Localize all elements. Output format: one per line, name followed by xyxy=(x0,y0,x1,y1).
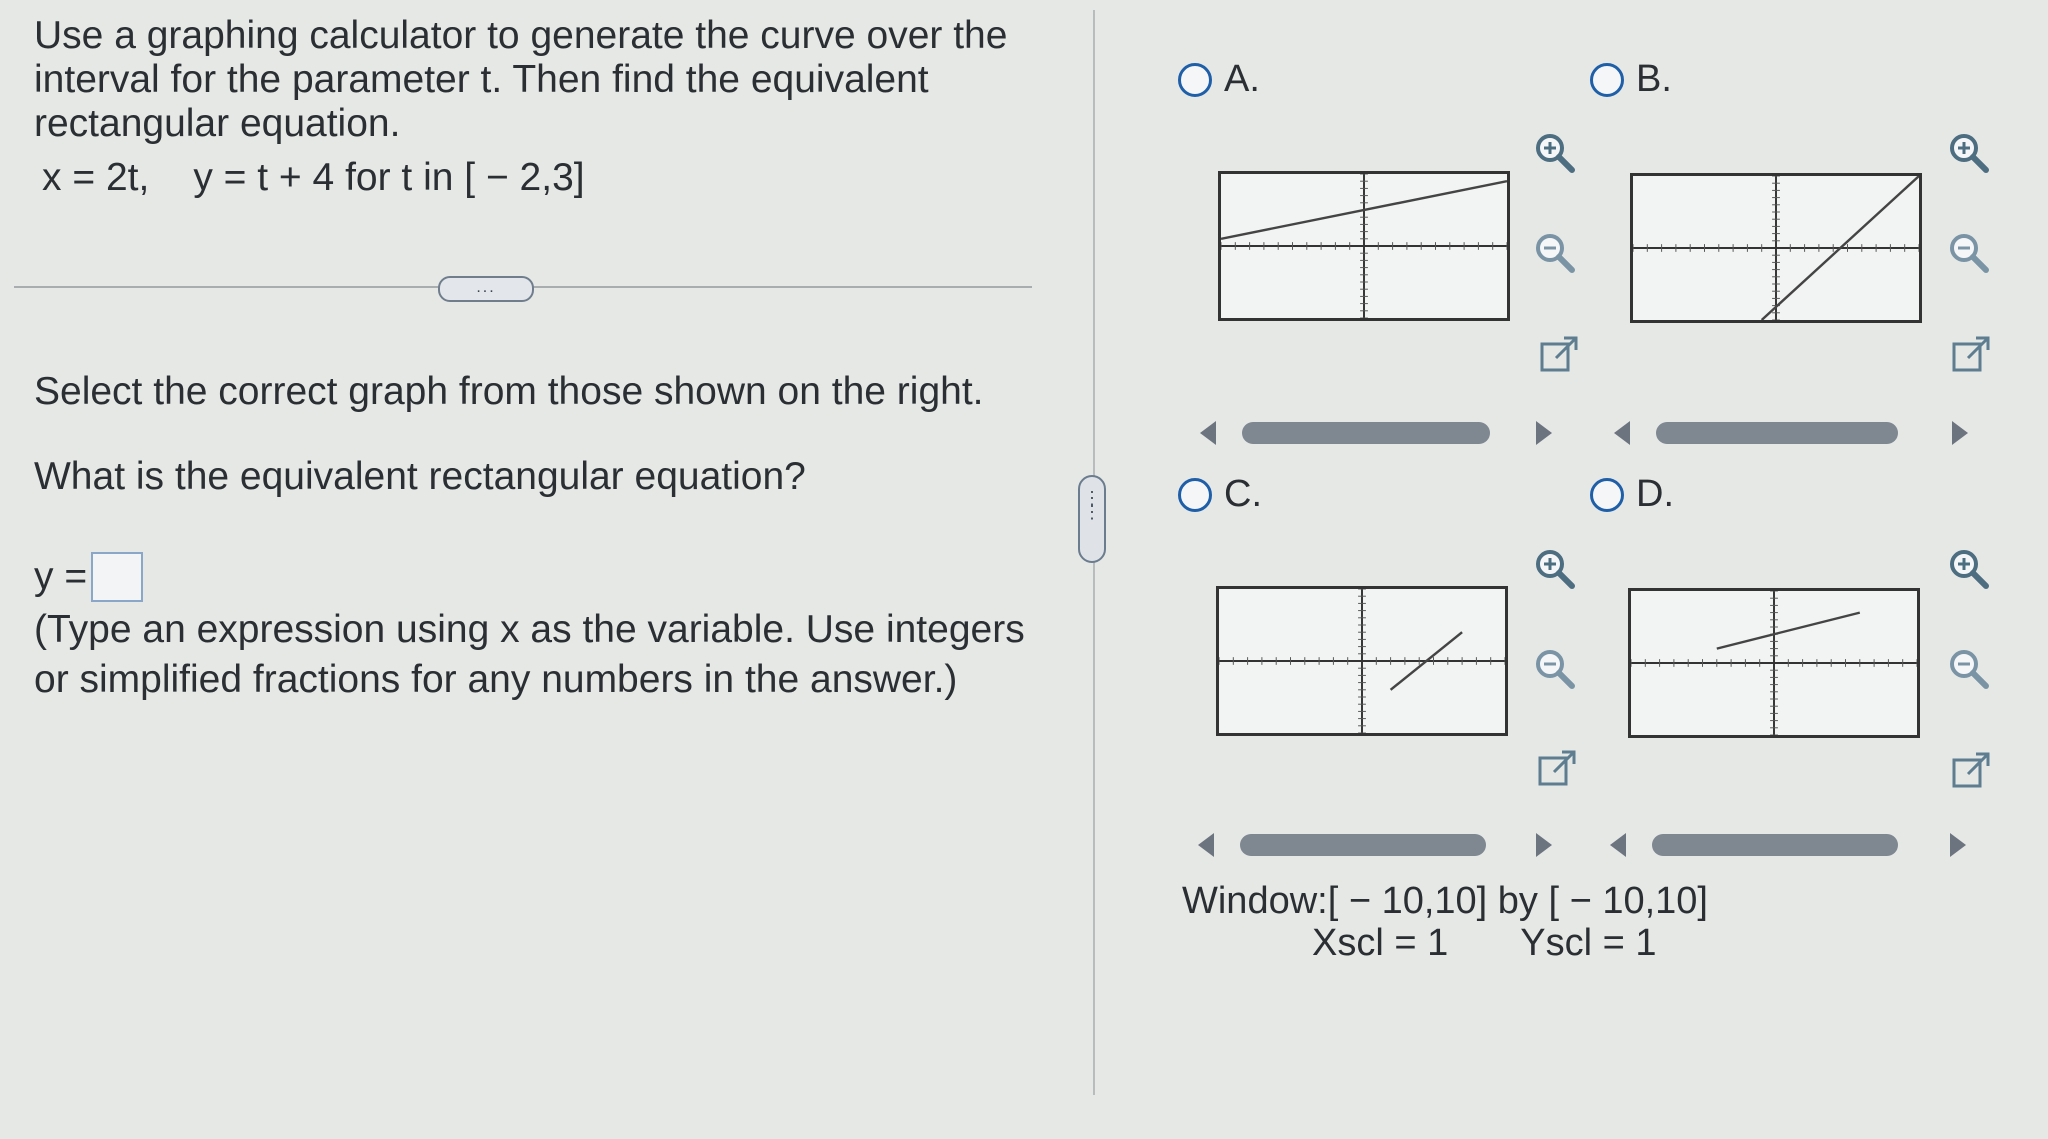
yscl-label: Yscl = 1 xyxy=(1520,922,1657,964)
equation-y: y = t + 4 for t in [ − 2,3] xyxy=(193,156,585,199)
scroll-left-arrow[interactable] xyxy=(1614,421,1630,445)
zoom-in-icon[interactable] xyxy=(1946,130,1990,174)
more-button[interactable]: ... xyxy=(438,276,534,302)
zoom-in-icon[interactable] xyxy=(1532,546,1576,590)
popout-icon[interactable] xyxy=(1536,748,1580,792)
scrollbar-b[interactable] xyxy=(1614,418,1968,448)
option-b-radio[interactable] xyxy=(1590,62,1624,97)
instruction-text: Select the correct graph from those show… xyxy=(34,370,984,413)
graph-a-plot xyxy=(1221,174,1507,318)
graph-a xyxy=(1218,171,1510,321)
hint-line-2: or simplified fractions for any numbers … xyxy=(34,658,958,701)
scroll-thumb[interactable] xyxy=(1652,834,1898,856)
graph-d-plot xyxy=(1631,591,1917,735)
question-line-1: Use a graphing calculator to generate th… xyxy=(34,14,1008,57)
option-a-radio[interactable] xyxy=(1178,62,1212,97)
scroll-right-arrow[interactable] xyxy=(1536,833,1552,857)
graph-c xyxy=(1216,586,1508,736)
zoom-out-icon[interactable] xyxy=(1532,230,1576,274)
scroll-right-arrow[interactable] xyxy=(1536,421,1552,445)
option-d[interactable]: D. xyxy=(1590,473,1674,516)
window-scale: Xscl = 1 Yscl = 1 xyxy=(1312,922,1728,965)
scrollbar-d[interactable] xyxy=(1610,830,1966,860)
zoom-out-icon[interactable] xyxy=(1946,230,1990,274)
option-d-radio[interactable] xyxy=(1590,477,1624,512)
question-line-3: rectangular equation. xyxy=(34,102,401,145)
scroll-right-arrow[interactable] xyxy=(1950,833,1966,857)
zoom-out-icon[interactable] xyxy=(1946,646,1990,690)
answer-label: y = xyxy=(34,555,88,598)
popout-icon[interactable] xyxy=(1950,750,1994,794)
option-c-radio[interactable] xyxy=(1178,477,1212,512)
option-a-label: A. xyxy=(1224,58,1260,100)
option-c-label: C. xyxy=(1224,473,1262,515)
scroll-left-arrow[interactable] xyxy=(1610,833,1626,857)
option-b[interactable]: B. xyxy=(1590,58,1672,101)
question-pane: Use a graphing calculator to generate th… xyxy=(0,0,1090,1139)
window-range: Window:[ − 10,10] by [ − 10,10] xyxy=(1182,880,1708,922)
option-d-label: D. xyxy=(1636,473,1674,515)
scrollbar-c[interactable] xyxy=(1198,830,1552,860)
answer-hint: (Type an expression using x as the varia… xyxy=(34,605,1044,705)
zoom-in-icon[interactable] xyxy=(1532,130,1576,174)
prompt-text: What is the equivalent rectangular equat… xyxy=(34,455,806,498)
graph-b xyxy=(1630,173,1922,323)
option-a[interactable]: A. xyxy=(1178,58,1260,101)
parametric-equations: x = 2t, y = t + 4 for t in [ − 2,3] xyxy=(42,156,629,200)
scroll-left-arrow[interactable] xyxy=(1198,833,1214,857)
zoom-in-icon[interactable] xyxy=(1946,546,1990,590)
curve-line xyxy=(1716,611,1861,650)
hint-line-1: (Type an expression using x as the varia… xyxy=(34,608,1025,651)
graph-c-plot xyxy=(1219,589,1505,733)
popout-icon[interactable] xyxy=(1950,334,1994,378)
graph-b-plot xyxy=(1633,176,1919,320)
question-text: Use a graphing calculator to generate th… xyxy=(34,14,1034,146)
option-b-label: B. xyxy=(1636,58,1672,100)
answer-input[interactable] xyxy=(91,552,144,602)
scroll-thumb[interactable] xyxy=(1242,422,1490,444)
popout-icon[interactable] xyxy=(1538,334,1582,378)
zoom-out-icon[interactable] xyxy=(1532,646,1576,690)
xscl-label: Xscl = 1 xyxy=(1312,922,1449,964)
scroll-thumb[interactable] xyxy=(1656,422,1898,444)
scroll-left-arrow[interactable] xyxy=(1200,421,1216,445)
graph-d xyxy=(1628,588,1920,738)
scroll-thumb[interactable] xyxy=(1240,834,1486,856)
option-c[interactable]: C. xyxy=(1178,473,1262,516)
scrollbar-a[interactable] xyxy=(1200,418,1552,448)
equation-x: x = 2t, xyxy=(42,156,150,199)
scroll-right-arrow[interactable] xyxy=(1952,421,1968,445)
answer-row: y = xyxy=(34,552,144,602)
question-line-2: interval for the parameter t. Then find … xyxy=(34,58,929,101)
